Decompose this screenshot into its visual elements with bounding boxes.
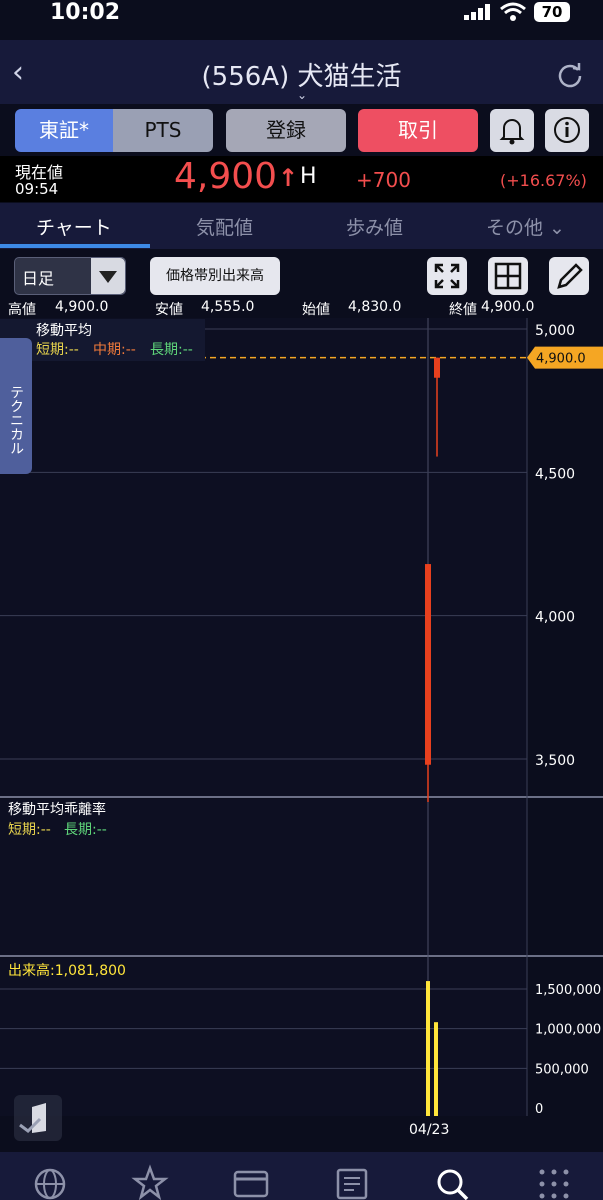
draw-button[interactable]	[549, 257, 589, 295]
chevron-down-icon[interactable]: ⌄	[292, 88, 312, 102]
ma-title: 移動平均	[36, 323, 92, 339]
ma-mid: 中期:--	[93, 342, 136, 358]
info-icon	[554, 117, 580, 143]
bell-icon	[499, 119, 525, 145]
open-value: 4,830.0	[348, 299, 402, 315]
price-panel	[0, 318, 527, 798]
alert-button[interactable]	[490, 109, 534, 152]
bottom-nav	[0, 1152, 603, 1200]
pencil-icon	[557, 263, 583, 289]
low-value: 4,555.0	[201, 299, 255, 315]
volume-bar	[426, 981, 430, 1116]
period-dropdown-button[interactable]	[91, 258, 125, 294]
volume-tick-label: 500,000	[535, 1062, 589, 1077]
volume-tick-label: 1,500,000	[535, 983, 601, 998]
volume-tick-label: 1,000,000	[535, 1023, 601, 1038]
volume-profile-button[interactable]: 価格帯別出来高	[150, 257, 280, 295]
volume-panel	[0, 958, 527, 1116]
expand-icon	[434, 263, 460, 289]
price-change: +700	[356, 168, 411, 192]
star-icon[interactable]	[130, 1160, 170, 1200]
deviation-short: 短期:--	[8, 822, 51, 838]
triangle-down-icon	[99, 271, 117, 283]
low-label: 安値	[155, 302, 183, 318]
search-icon[interactable]	[433, 1160, 473, 1200]
high-value: 4,900.0	[55, 299, 109, 315]
volume-bar	[434, 1022, 438, 1116]
ma-short: 短期:--	[36, 342, 79, 358]
card-icon[interactable]	[231, 1160, 271, 1200]
close-value: 4,900.0	[481, 299, 535, 315]
y-tick-label: 4,000	[535, 610, 575, 626]
info-button[interactable]	[545, 109, 589, 152]
refresh-icon[interactable]	[556, 60, 584, 88]
layout-button[interactable]	[488, 257, 528, 295]
deviation-title: 移動平均乖離率	[8, 802, 106, 818]
close-label: 終値	[449, 302, 477, 318]
expand-button[interactable]	[427, 257, 467, 295]
price-time: 09:54	[15, 180, 59, 198]
back-icon[interactable]: ‹	[12, 58, 36, 88]
volume-tick-label: 0	[535, 1102, 543, 1117]
market-tosho-button[interactable]: 東証*	[15, 109, 113, 152]
market-pts-button[interactable]: PTS	[113, 109, 213, 152]
tab-quote[interactable]: 気配値	[196, 213, 253, 240]
y-tick-label: 3,500	[535, 753, 575, 769]
tab-ticks[interactable]: 歩み値	[346, 213, 403, 240]
status-time: 10:02	[50, 0, 121, 25]
deviation-long: 長期:--	[64, 822, 107, 838]
ma-long: 長期:--	[150, 342, 193, 358]
volume-label: 出来高:1,081,800	[8, 963, 126, 979]
register-button[interactable]: 登録	[226, 109, 346, 152]
battery-icon: 70	[534, 2, 570, 22]
y-tick-label: 5,000	[535, 323, 575, 339]
menu-grid-icon[interactable]	[534, 1160, 574, 1200]
period-select-value: 日足	[22, 269, 55, 288]
reset-zoom-icon[interactable]	[14, 1095, 62, 1141]
price-change-pct: (+16.67%)	[500, 171, 587, 190]
x-tick-label: 04/23	[409, 1122, 450, 1138]
tab-chart[interactable]: チャート	[36, 213, 112, 240]
wifi-icon	[500, 2, 526, 21]
up-arrow-icon: ↑	[278, 164, 299, 192]
grid-icon	[494, 262, 522, 290]
y-tick-label: 4,500	[535, 466, 575, 482]
news-icon[interactable]	[332, 1160, 372, 1200]
current-price-tag-label: 4,900.0	[536, 352, 586, 367]
tab-other[interactable]: その他 ⌄	[486, 213, 565, 240]
open-label: 始値	[302, 302, 330, 318]
trade-button[interactable]: 取引	[358, 109, 478, 152]
high-label: 高値	[8, 302, 36, 318]
high-flag: H	[300, 164, 317, 189]
candle-body	[434, 357, 440, 378]
chart-area[interactable]: 5,000 4,500 4,000 3,500 4,900.0 1,500,000 1,00…	[0, 318, 603, 1160]
globe-icon[interactable]	[30, 1160, 70, 1200]
current-price: 4,900	[174, 156, 278, 197]
technical-tab[interactable]: テクニカル	[0, 338, 32, 474]
candle-body	[425, 564, 431, 765]
tab-active-indicator	[0, 244, 150, 248]
signal-icon	[464, 4, 490, 20]
